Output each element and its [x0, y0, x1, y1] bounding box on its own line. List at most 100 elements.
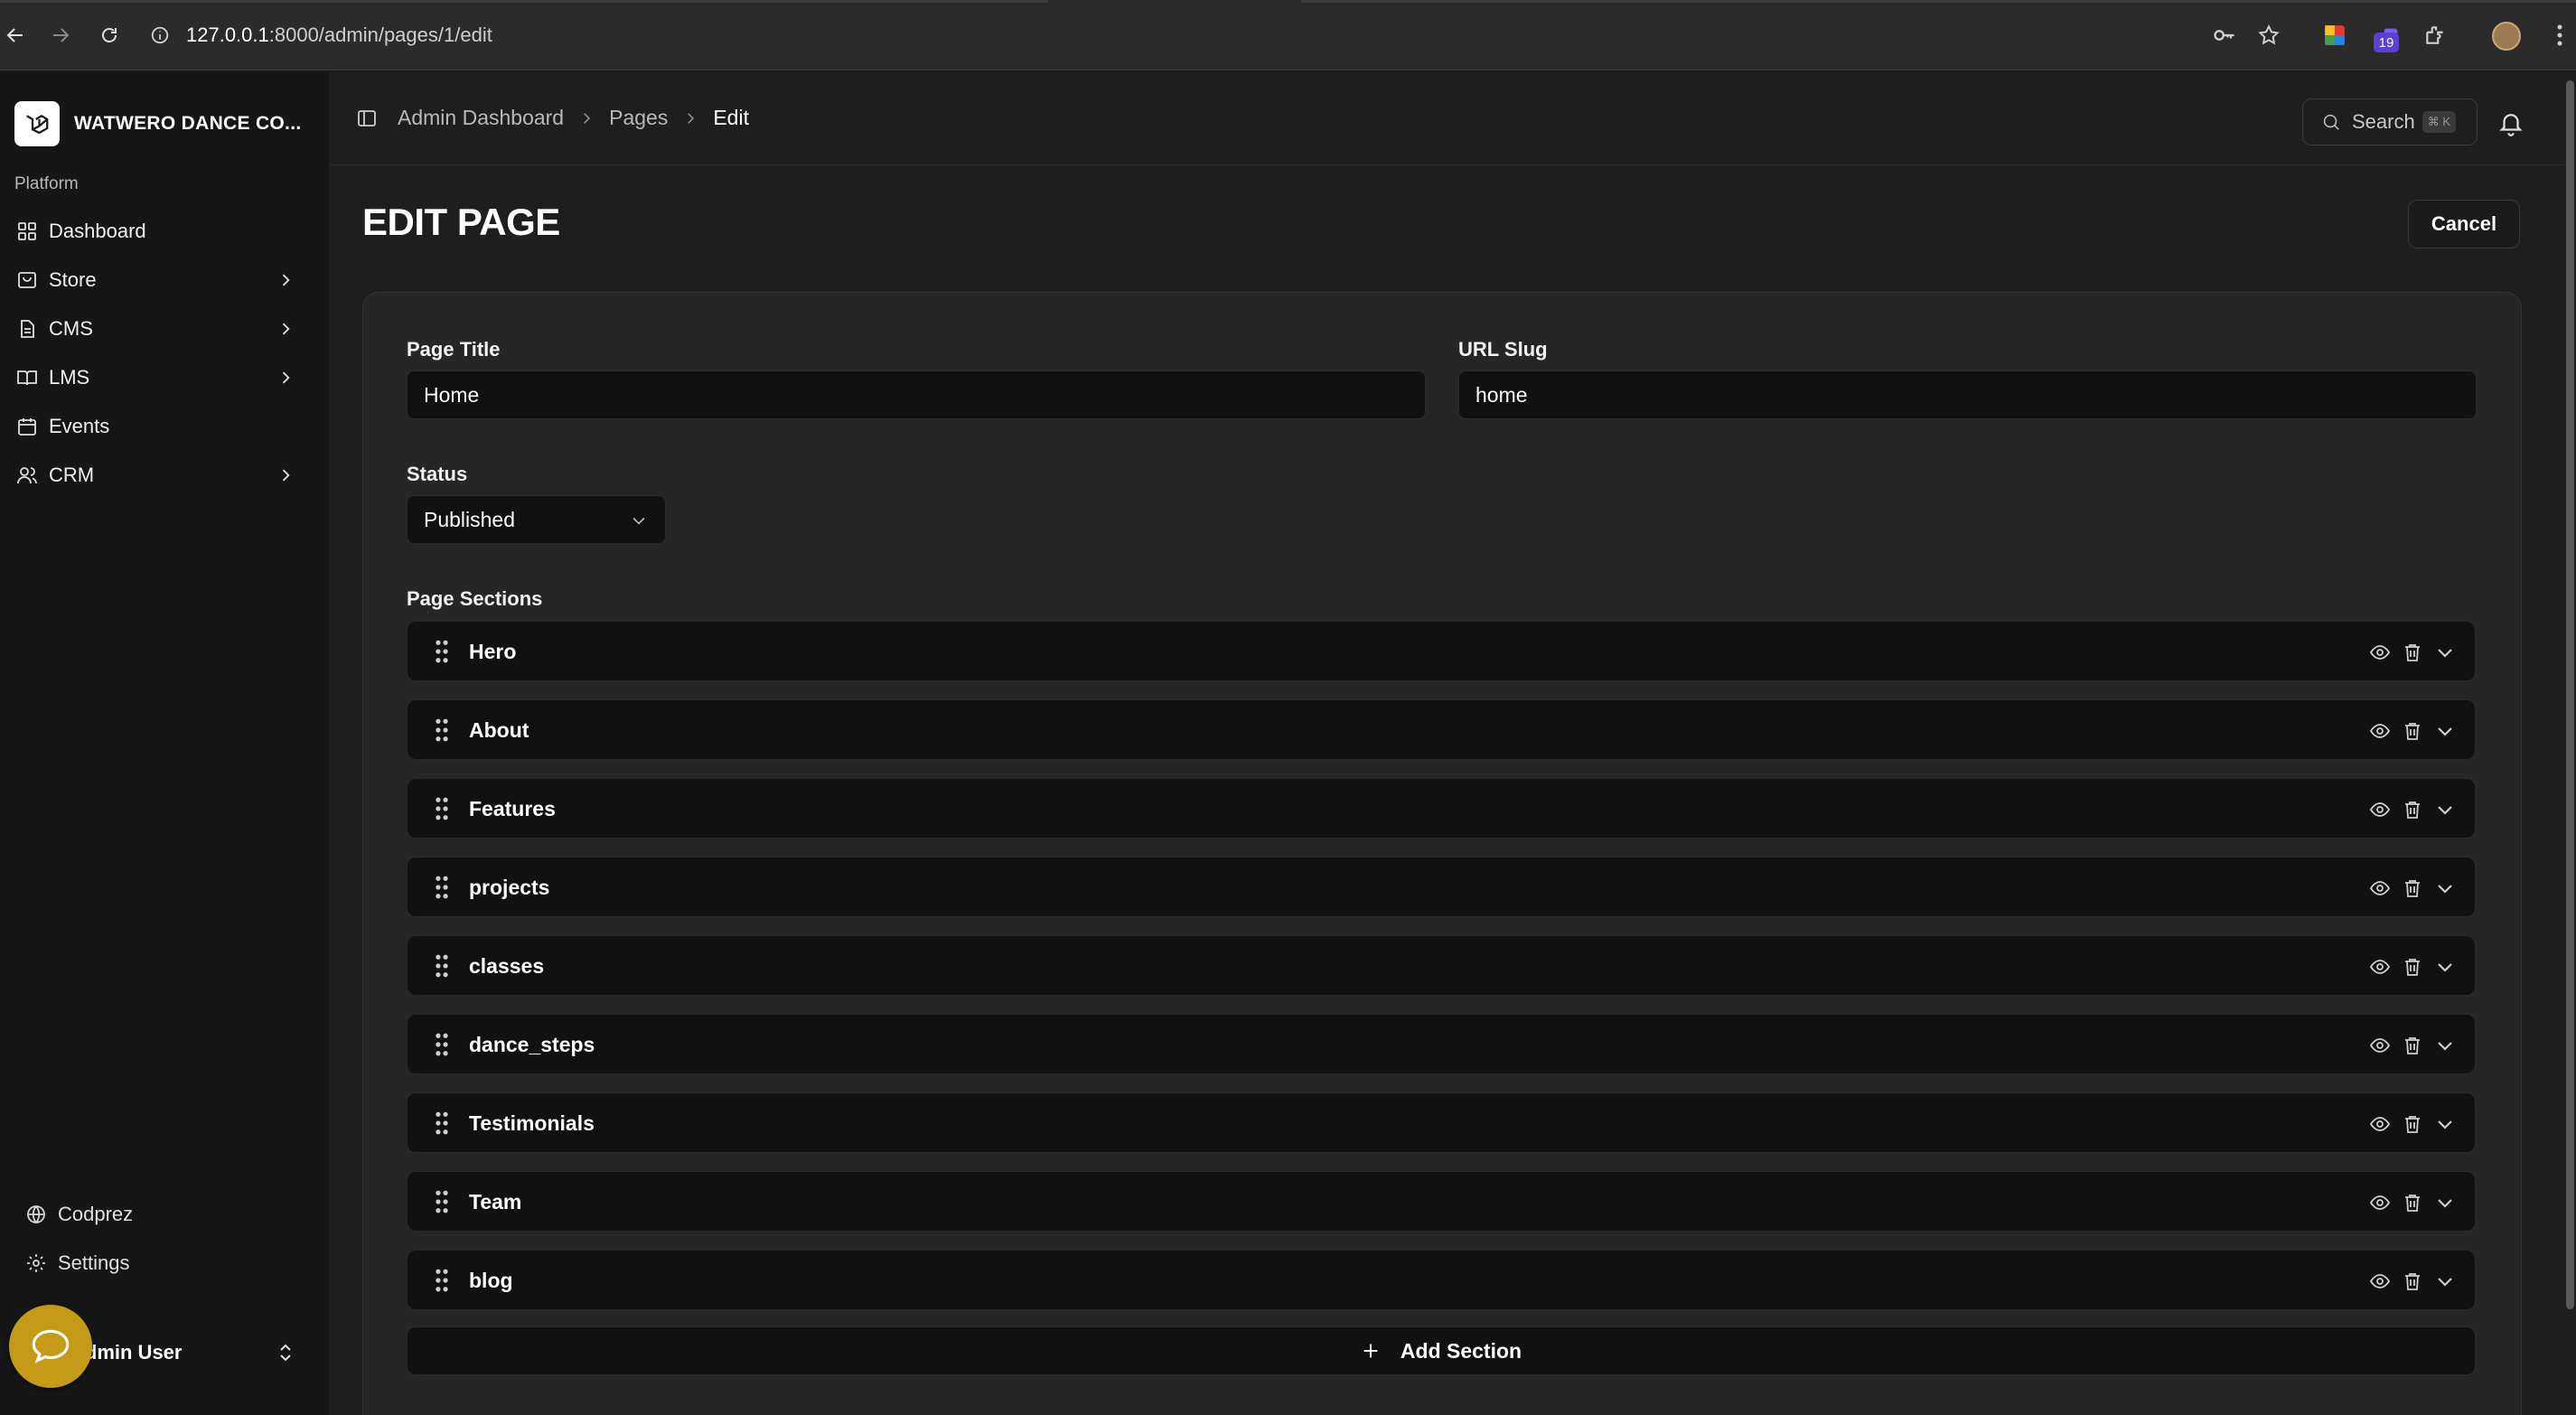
url-slug-input[interactable]: home	[1458, 370, 2477, 419]
chevron-down-icon[interactable]	[2434, 1035, 2456, 1056]
drag-handle-icon[interactable]	[433, 640, 451, 663]
section-row[interactable]: classes	[407, 935, 2476, 996]
eye-icon[interactable]	[2369, 956, 2391, 978]
sidebar-item-crm[interactable]: CRM	[0, 451, 329, 500]
drag-handle-icon[interactable]	[433, 797, 451, 820]
reload-button[interactable]	[94, 20, 125, 51]
address-bar[interactable]: 127.0.0.1:8000/admin/pages/1/edit	[150, 13, 2228, 58]
sidebar-item-dashboard[interactable]: Dashboard	[0, 207, 329, 256]
drag-handle-icon[interactable]	[433, 876, 451, 899]
browser-menu-button[interactable]	[2544, 20, 2575, 51]
eye-icon[interactable]	[2369, 1192, 2391, 1214]
section-name: Team	[469, 1190, 522, 1214]
trash-icon[interactable]	[2402, 1113, 2423, 1135]
color-extension-button[interactable]	[2319, 20, 2350, 51]
search-button[interactable]: Search ⌘ K	[2302, 98, 2478, 145]
trash-icon[interactable]	[2402, 1270, 2423, 1292]
sidebar-item-settings[interactable]: Settings	[0, 1239, 329, 1288]
eye-icon[interactable]	[2369, 799, 2391, 820]
status-label: Status	[407, 463, 468, 485]
trash-icon[interactable]	[2402, 1035, 2423, 1056]
section-row[interactable]: Testimonials	[407, 1092, 2476, 1153]
page-title-input[interactable]: Home	[407, 370, 1426, 419]
drag-handle-icon[interactable]	[433, 1269, 451, 1292]
chat-bubble-icon	[32, 1329, 70, 1363]
back-button[interactable]	[0, 20, 31, 51]
add-section-button[interactable]: Add Section	[407, 1326, 2476, 1375]
search-icon	[2323, 114, 2339, 130]
section-name: classes	[469, 954, 545, 978]
tab-strip-edge	[0, 0, 1048, 3]
page-title: EDIT PAGE	[362, 201, 560, 243]
book-icon	[17, 370, 37, 386]
trash-icon[interactable]	[2402, 877, 2423, 899]
page-scrollbar[interactable]	[2564, 71, 2576, 1415]
forward-button[interactable]	[45, 20, 76, 51]
chevron-down-icon[interactable]	[2434, 1192, 2456, 1214]
grid-icon	[18, 222, 36, 240]
chevron-down-icon[interactable]	[2434, 1113, 2456, 1135]
drag-handle-icon[interactable]	[433, 954, 451, 978]
chevron-down-icon[interactable]	[2434, 642, 2456, 663]
eye-icon[interactable]	[2369, 1035, 2391, 1056]
section-row[interactable]: Team	[407, 1171, 2476, 1232]
chevron-down-icon[interactable]	[2434, 956, 2456, 978]
scrollbar-thumb[interactable]	[2566, 80, 2574, 1309]
chevron-right-icon	[584, 112, 591, 124]
eye-icon[interactable]	[2369, 642, 2391, 663]
sidebar-item-codprez[interactable]: Codprez	[0, 1190, 329, 1239]
breadcrumb: Admin Dashboard Pages Edit	[356, 106, 749, 130]
nav-group-label: Platform	[14, 174, 79, 193]
bell-icon[interactable]	[2497, 109, 2524, 136]
section-row[interactable]: projects	[407, 857, 2476, 917]
brand[interactable]: WATWERO DANCE CO...	[14, 100, 301, 147]
eye-icon[interactable]	[2369, 877, 2391, 899]
trash-icon[interactable]	[2402, 799, 2423, 820]
drag-handle-icon[interactable]	[433, 1033, 451, 1056]
trash-icon[interactable]	[2402, 1192, 2423, 1214]
sidebar-footer: Codprez Settings	[0, 1190, 329, 1288]
search-label: Search	[2352, 110, 2415, 133]
chat-widget-button[interactable]	[9, 1305, 92, 1388]
breadcrumb-admin-dashboard[interactable]: Admin Dashboard	[398, 106, 564, 130]
password-key-button[interactable]	[2209, 20, 2240, 51]
trash-icon[interactable]	[2402, 642, 2423, 663]
cancel-button[interactable]: Cancel	[2408, 200, 2520, 248]
eye-icon[interactable]	[2369, 720, 2391, 742]
drag-handle-icon[interactable]	[433, 1190, 451, 1214]
breadcrumb-pages[interactable]: Pages	[609, 106, 668, 130]
puzzle-icon	[2426, 26, 2443, 44]
section-name: dance_steps	[469, 1033, 595, 1056]
trash-icon[interactable]	[2402, 720, 2423, 742]
page-sections-label: Page Sections	[407, 587, 543, 610]
bookmark-star-button[interactable]	[2253, 20, 2284, 51]
chevron-down-icon[interactable]	[2434, 799, 2456, 820]
sidebar-item-lms[interactable]: LMS	[0, 353, 329, 402]
drag-handle-icon[interactable]	[433, 1111, 451, 1135]
page-sections-list: Hero About Features projects classes dance_st…	[407, 621, 2476, 1328]
sidebar-item-events[interactable]: Events	[0, 402, 329, 451]
profile-avatar[interactable]	[2492, 22, 2521, 51]
sidebar-item-cms[interactable]: CMS	[0, 305, 329, 353]
section-row[interactable]: Hero	[407, 621, 2476, 681]
chevron-right-icon	[282, 323, 290, 335]
chevron-down-icon[interactable]	[2434, 720, 2456, 742]
extensions-button[interactable]	[2420, 20, 2450, 51]
sidebar-toggle-icon[interactable]	[356, 108, 378, 129]
chevron-down-icon[interactable]	[2434, 1270, 2456, 1292]
sidebar-item-store[interactable]: Store	[0, 256, 329, 305]
section-row[interactable]: About	[407, 699, 2476, 760]
drag-handle-icon[interactable]	[433, 718, 451, 742]
section-row[interactable]: dance_steps	[407, 1014, 2476, 1074]
brand-logo	[14, 101, 60, 146]
section-row[interactable]: blog	[407, 1250, 2476, 1310]
status-select[interactable]: Published	[407, 495, 666, 544]
site-info-icon	[151, 26, 169, 44]
section-row[interactable]: Features	[407, 778, 2476, 839]
eye-icon[interactable]	[2369, 1270, 2391, 1292]
section-name: About	[469, 718, 529, 742]
section-name: projects	[469, 876, 550, 899]
chevron-down-icon[interactable]	[2434, 877, 2456, 899]
eye-icon[interactable]	[2369, 1113, 2391, 1135]
trash-icon[interactable]	[2402, 956, 2423, 978]
